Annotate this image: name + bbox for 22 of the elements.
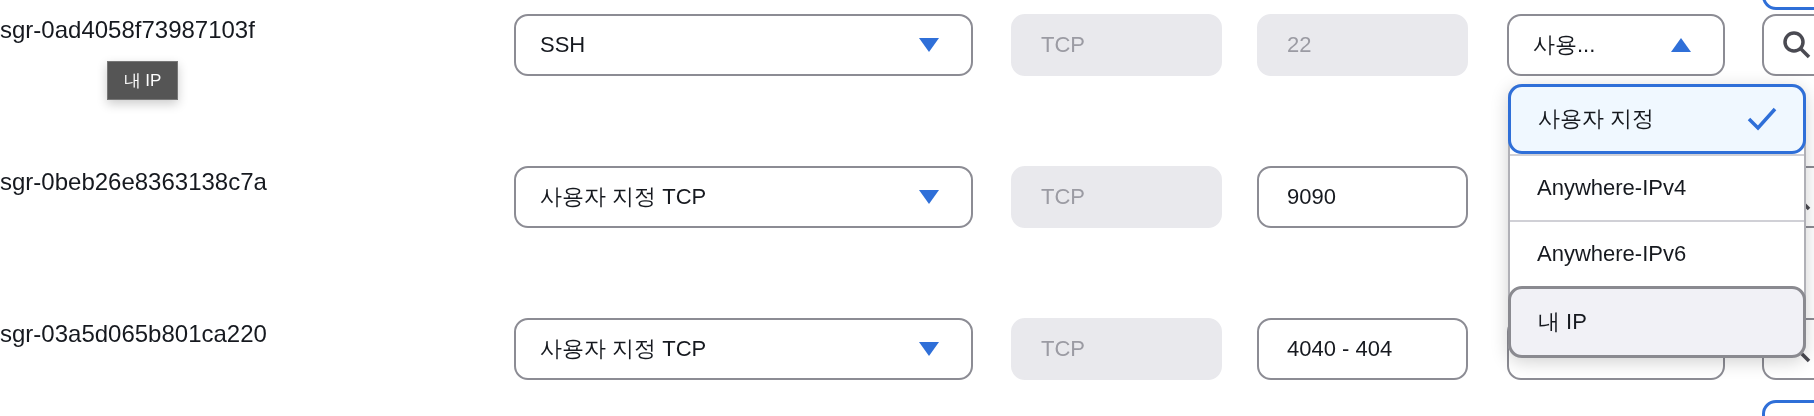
- source-select[interactable]: 사용...: [1507, 14, 1725, 76]
- caret-up-icon: [1671, 38, 1691, 52]
- search-icon: [1782, 30, 1812, 60]
- menu-option[interactable]: 사용자 지정: [1508, 84, 1806, 154]
- rule-id: sgr-0beb26e8363138c7a: [0, 168, 267, 195]
- menu-option[interactable]: Anywhere-IPv4: [1510, 154, 1804, 220]
- type-select[interactable]: SSH: [514, 14, 973, 76]
- tooltip: 내 IP: [107, 61, 178, 100]
- protocol-field: TCP: [1011, 318, 1222, 380]
- check-icon: [1747, 107, 1777, 131]
- port-range-field[interactable]: 4040 - 404: [1257, 318, 1468, 380]
- type-select[interactable]: 사용자 지정 TCP: [514, 166, 973, 228]
- rule-id: sgr-0ad4058f73987103f: [0, 16, 255, 43]
- protocol-field: TCP: [1011, 166, 1222, 228]
- menu-option[interactable]: 내 IP: [1508, 286, 1806, 358]
- protocol-field: TCP: [1011, 14, 1222, 76]
- caret-down-icon: [919, 342, 939, 356]
- caret-down-icon: [919, 190, 939, 204]
- rule-id: sgr-03a5d065b801ca220: [0, 320, 267, 347]
- port-range-field[interactable]: 9090: [1257, 166, 1468, 228]
- type-select[interactable]: 사용자 지정 TCP: [514, 318, 973, 380]
- caret-down-icon: [919, 38, 939, 52]
